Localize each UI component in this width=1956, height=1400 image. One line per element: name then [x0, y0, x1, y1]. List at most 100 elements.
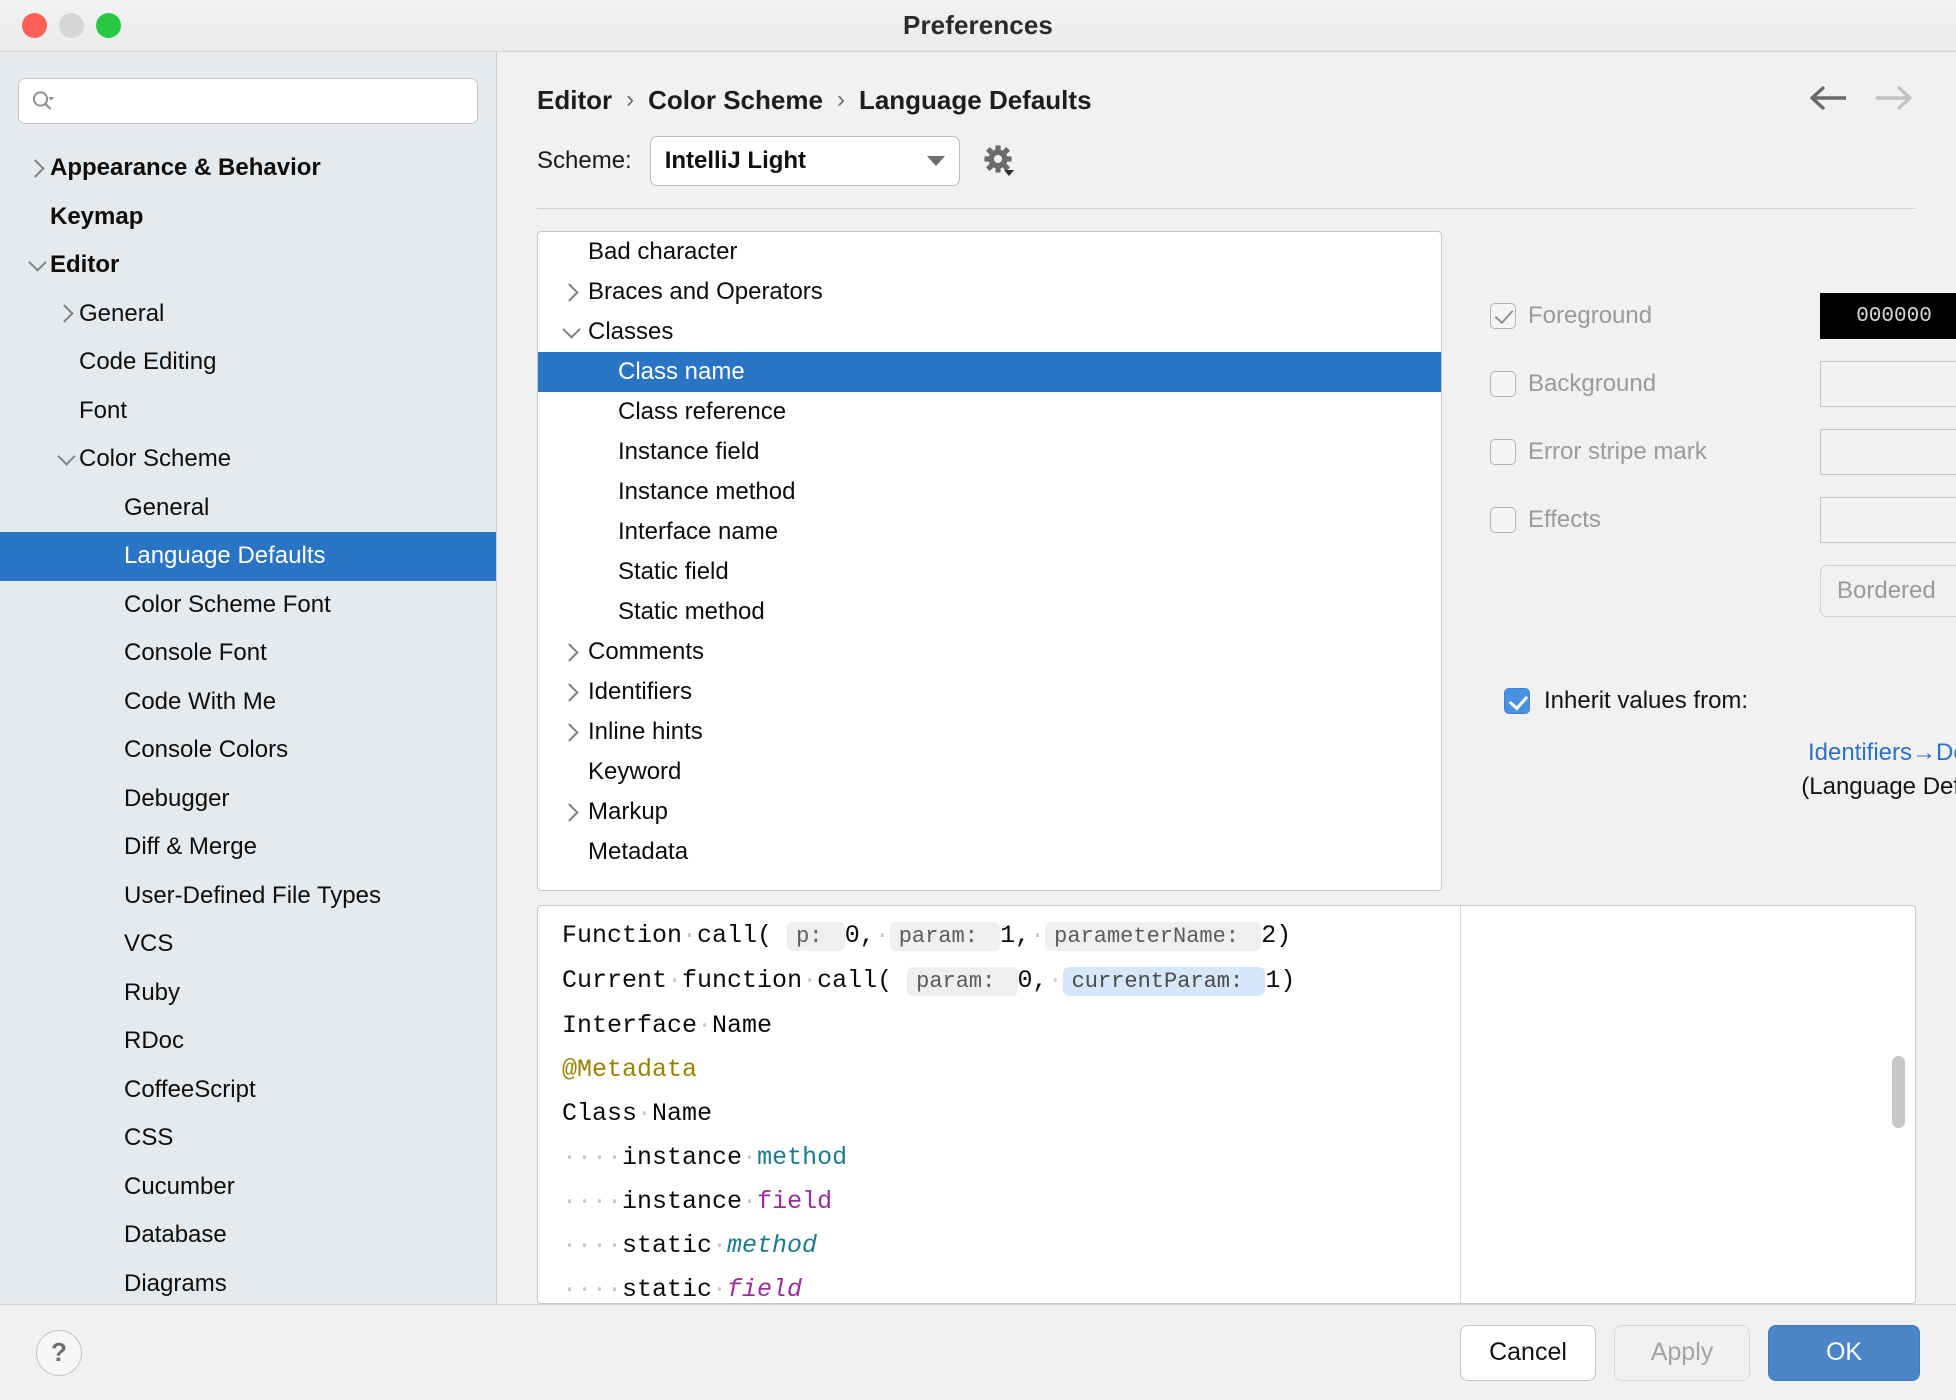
attribute-item-interface-name[interactable]: Interface name [538, 512, 1441, 552]
sidebar-item-diagrams[interactable]: Diagrams [0, 1260, 496, 1305]
chevron-right-icon[interactable] [53, 304, 79, 323]
background-color-swatch[interactable] [1820, 361, 1956, 407]
sidebar-item-css[interactable]: CSS [0, 1114, 496, 1163]
effects-checkbox[interactable] [1490, 507, 1516, 533]
chevron-right-icon[interactable] [556, 642, 586, 662]
sidebar-item-label: Database [124, 1221, 227, 1249]
chevron-right-icon[interactable] [556, 282, 586, 302]
cancel-button[interactable]: Cancel [1460, 1324, 1596, 1381]
preview-scrollbar-thumb[interactable] [1892, 1056, 1905, 1128]
sidebar-item-label: User-Defined File Types [124, 881, 381, 909]
error-stripe-color-swatch[interactable] [1820, 429, 1956, 475]
preview-token: static [622, 1275, 713, 1303]
sidebar-item-color-scheme-font[interactable]: Color Scheme Font [0, 581, 496, 630]
attribute-item-static-method[interactable]: Static method [538, 592, 1441, 632]
sidebar-item-debugger[interactable]: Debugger [0, 775, 496, 824]
color-attributes-tree[interactable]: Bad character Braces and Operators Classes… [537, 231, 1442, 891]
chevron-down-icon[interactable] [53, 447, 79, 466]
preview-token: Name [712, 1011, 773, 1040]
sidebar-item-keymap[interactable]: Keymap [0, 193, 496, 242]
breadcrumb-separator: › [626, 86, 635, 113]
chevron-down-icon[interactable] [24, 253, 50, 272]
attribute-item-static-field[interactable]: Static field [538, 552, 1441, 592]
preview-token: ···· [562, 1231, 623, 1260]
apply-button[interactable]: Apply [1614, 1324, 1750, 1381]
attribute-item-label: Inline hints [588, 718, 703, 745]
sidebar-item-console-font[interactable]: Console Font [0, 629, 496, 678]
chevron-right-icon[interactable] [556, 802, 586, 822]
sidebar-item-ruby[interactable]: Ruby [0, 969, 496, 1018]
scheme-dropdown[interactable]: IntelliJ Light [649, 136, 960, 186]
sidebar-item-code-with-me[interactable]: Code With Me [0, 678, 496, 727]
sidebar-item-database[interactable]: Database [0, 1211, 496, 1260]
sidebar-item-user-defined-file-types[interactable]: User-Defined File Types [0, 872, 496, 921]
sidebar-item-rdoc[interactable]: RDoc [0, 1017, 496, 1066]
attribute-item-keyword[interactable]: Keyword [538, 752, 1441, 792]
inherit-source-scope: (Language Defaults) [1801, 773, 1956, 800]
search-input[interactable] [62, 88, 465, 114]
preview-token: · [697, 1011, 713, 1040]
preview-token: Name [652, 1099, 713, 1128]
foreground-checkbox[interactable] [1490, 303, 1516, 329]
sidebar-item-code-editing[interactable]: Code Editing [0, 338, 496, 387]
sidebar-item-general[interactable]: General [0, 484, 496, 533]
background-checkbox[interactable] [1490, 371, 1516, 397]
sidebar-item-vcs[interactable]: VCS [0, 920, 496, 969]
foreground-checkbox-item[interactable]: Foreground [1490, 302, 1820, 330]
ok-button[interactable]: OK [1768, 1324, 1920, 1381]
sidebar-item-font[interactable]: Font [0, 387, 496, 436]
sidebar-item-language-defaults[interactable]: Language Defaults [0, 532, 496, 581]
background-row: Background [1490, 361, 1956, 407]
attribute-item-class-name[interactable]: Class name [538, 352, 1441, 392]
back-arrow-icon[interactable] [1806, 84, 1848, 117]
attribute-item-label: Bad character [588, 238, 738, 265]
scheme-settings-button[interactable] [978, 140, 1020, 182]
title-bar: Preferences [0, 0, 1956, 52]
sidebar-item-console-colors[interactable]: Console Colors [0, 726, 496, 775]
foreground-color-swatch[interactable]: 000000 [1820, 293, 1956, 339]
inherit-checkbox[interactable] [1504, 688, 1530, 714]
attribute-item-metadata[interactable]: Metadata [538, 832, 1441, 872]
sidebar-item-label: Color Scheme Font [124, 590, 331, 618]
attribute-item-classes[interactable]: Classes [538, 312, 1441, 352]
effects-checkbox-item[interactable]: Effects [1490, 506, 1820, 534]
inherit-source-link[interactable]: Identifiers→Default [1490, 739, 1956, 767]
search-box[interactable] [18, 78, 478, 124]
sidebar-item-general[interactable]: General [0, 290, 496, 339]
sidebar-item-appearance-behavior[interactable]: Appearance & Behavior [0, 144, 496, 193]
sidebar-item-label: Appearance & Behavior [50, 154, 321, 182]
preview-token: · [637, 1099, 653, 1128]
breadcrumb-item[interactable]: Color Scheme [648, 85, 823, 116]
sidebar-item-color-scheme[interactable]: Color Scheme [0, 435, 496, 484]
attribute-item-comments[interactable]: Comments [538, 632, 1441, 672]
sidebar-item-cucumber[interactable]: Cucumber [0, 1163, 496, 1212]
chevron-right-icon[interactable] [556, 682, 586, 702]
attribute-item-class-reference[interactable]: Class reference [538, 392, 1441, 432]
effects-color-swatch[interactable] [1820, 497, 1956, 543]
background-checkbox-item[interactable]: Background [1490, 370, 1820, 398]
inherit-row[interactable]: Inherit values from: [1490, 687, 1956, 715]
effect-type-dropdown[interactable]: Bordered [1820, 565, 1956, 617]
error-stripe-checkbox[interactable] [1490, 439, 1516, 465]
attribute-item-inline-hints[interactable]: Inline hints [538, 712, 1441, 752]
preview-token: Function [562, 921, 683, 950]
attribute-item-instance-field[interactable]: Instance field [538, 432, 1441, 472]
attribute-item-instance-method[interactable]: Instance method [538, 472, 1441, 512]
breadcrumb-item[interactable]: Language Defaults [859, 85, 1092, 116]
chevron-right-icon[interactable] [556, 722, 586, 742]
forward-arrow-icon[interactable] [1874, 84, 1916, 117]
chevron-right-icon[interactable] [24, 159, 50, 178]
chevron-down-icon[interactable] [556, 319, 586, 339]
attribute-item-markup[interactable]: Markup [538, 792, 1441, 832]
error-stripe-checkbox-item[interactable]: Error stripe mark [1490, 438, 1820, 466]
breadcrumb-item[interactable]: Editor [537, 85, 612, 116]
attribute-item-bad-character[interactable]: Bad character [538, 232, 1441, 272]
help-button[interactable]: ? [36, 1329, 82, 1376]
attribute-item-identifiers[interactable]: Identifiers [538, 672, 1441, 712]
attribute-item-braces-and-operators[interactable]: Braces and Operators [538, 272, 1441, 312]
code-preview-panel[interactable]: Function·call( p: 0,· param: 1,· parameter… [537, 905, 1916, 1304]
sidebar-item-editor[interactable]: Editor [0, 241, 496, 290]
sidebar-item-diff-merge[interactable]: Diff & Merge [0, 823, 496, 872]
sidebar-item-label: Font [79, 396, 128, 424]
sidebar-item-coffeescript[interactable]: CoffeeScript [0, 1066, 496, 1115]
